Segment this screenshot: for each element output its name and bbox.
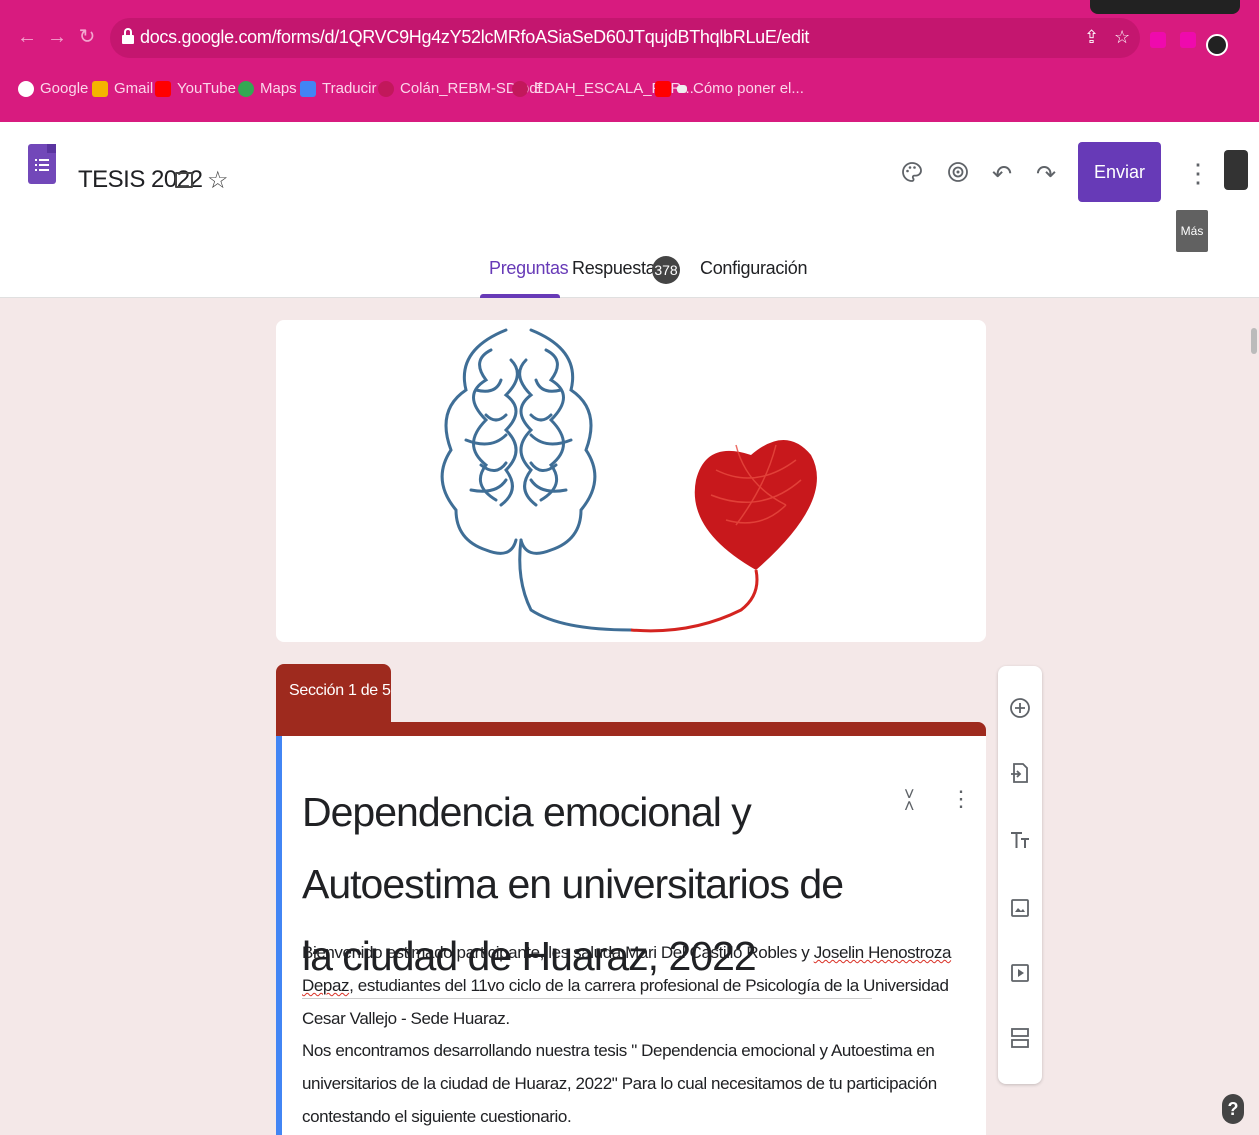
- lock-icon: [122, 28, 134, 44]
- browser-toolbar: ← → ↻ docs.google.com/forms/d/1QRVC9Hg4z…: [0, 0, 1259, 122]
- back-icon[interactable]: ←: [16, 26, 38, 48]
- add-question-icon[interactable]: [1008, 696, 1032, 720]
- send-button[interactable]: Enviar: [1078, 142, 1161, 202]
- add-video-icon[interactable]: [1008, 961, 1032, 985]
- bookmark-como-poner[interactable]: Cómo poner el...: [655, 80, 804, 97]
- more-vert-icon[interactable]: ⋮: [950, 786, 972, 812]
- folder-icon: [677, 84, 687, 93]
- undo-icon[interactable]: ↶: [992, 160, 1012, 189]
- maps-icon: [238, 80, 254, 97]
- google-forms-logo-icon[interactable]: [28, 144, 56, 184]
- form-title-card[interactable]: Dependencia emocional y Autoestima en un…: [276, 736, 986, 1135]
- browser-profile-avatar[interactable]: [1206, 34, 1228, 56]
- forward-icon[interactable]: →: [46, 26, 68, 48]
- url-text: docs.google.com/forms/d/1QRVC9Hg4zY52lcM…: [140, 27, 810, 47]
- form-description-paragraph-1[interactable]: Bienvenido estimado participante, les sa…: [302, 936, 972, 1035]
- window-titlebar: [1090, 0, 1240, 14]
- tab-questions[interactable]: Preguntas: [489, 258, 569, 279]
- youtube-icon: [655, 80, 671, 97]
- extension-icon[interactable]: [1150, 32, 1166, 48]
- redo-icon[interactable]: ↷: [1036, 160, 1056, 189]
- description-text: , estudiantes del 11vo ciclo de la carre…: [302, 976, 949, 1028]
- preview-eye-icon[interactable]: [946, 160, 970, 184]
- bookmark-label: Traducir: [322, 80, 377, 97]
- bookmark-google[interactable]: Google: [18, 80, 88, 97]
- avatar[interactable]: [1224, 150, 1248, 190]
- reload-icon[interactable]: ↻: [76, 26, 98, 48]
- folder-icon[interactable]: [175, 172, 193, 188]
- palette-icon[interactable]: [900, 160, 924, 184]
- globe-icon: [378, 80, 394, 97]
- address-bar[interactable]: docs.google.com/forms/d/1QRVC9Hg4zY52lcM…: [110, 18, 1140, 58]
- address-row: ← → ↻ docs.google.com/forms/d/1QRVC9Hg4z…: [0, 14, 1259, 64]
- bookmark-label: Cómo poner el...: [693, 80, 804, 97]
- bookmarks-bar: Google Gmail YouTube Maps Traducir Colán…: [0, 74, 1259, 108]
- bookmark-maps[interactable]: Maps: [238, 80, 297, 97]
- forms-header: TESIS 2022 ☆ ↶ ↷ Enviar ⋮ Más Preguntas …: [0, 122, 1259, 298]
- help-icon[interactable]: ?: [1222, 1094, 1244, 1124]
- share-icon[interactable]: ⇪: [1084, 27, 1099, 48]
- responses-count-badge: 378: [652, 256, 680, 284]
- bookmark-youtube[interactable]: YouTube: [155, 80, 236, 97]
- extensions-puzzle-icon[interactable]: [1180, 32, 1196, 48]
- more-tooltip: Más: [1176, 210, 1208, 252]
- globe-icon: [512, 80, 528, 97]
- bookmark-label: Maps: [260, 80, 297, 97]
- translate-icon: [300, 80, 316, 97]
- bookmark-label: YouTube: [177, 80, 236, 97]
- bookmark-label: Google: [40, 80, 89, 97]
- tab-settings[interactable]: Configuración: [700, 258, 807, 279]
- description-text: Bienvenido estimado participante, les sa…: [302, 943, 814, 962]
- add-image-icon[interactable]: [1008, 896, 1032, 920]
- tab-responses[interactable]: Respuestas: [572, 258, 664, 279]
- section-label: Sección 1 de 5: [276, 664, 391, 724]
- import-questions-icon[interactable]: [1008, 761, 1032, 785]
- brain-heart-image: [440, 328, 817, 633]
- star-icon[interactable]: ☆: [207, 166, 229, 195]
- bookmark-traducir[interactable]: Traducir: [300, 80, 376, 97]
- bookmark-label: Gmail: [114, 80, 154, 97]
- form-editor-area: Sección 1 de 5 Dependencia emocional y A…: [0, 298, 1259, 1135]
- add-title-icon[interactable]: [1008, 828, 1032, 852]
- bookmark-gmail[interactable]: Gmail: [92, 80, 153, 97]
- google-icon: [18, 80, 34, 97]
- form-description-paragraph-2[interactable]: Nos encontramos desarrollando nuestra te…: [302, 1034, 972, 1133]
- youtube-icon: [155, 80, 171, 97]
- more-vert-icon[interactable]: ⋮: [1185, 158, 1211, 189]
- header-image-card[interactable]: [276, 320, 986, 642]
- form-tabs: Preguntas Respuestas 378 Configuración: [0, 252, 1259, 298]
- bookmark-star-icon[interactable]: ☆: [1114, 27, 1130, 48]
- add-section-icon[interactable]: [1008, 1026, 1032, 1050]
- scrollbar[interactable]: [1251, 328, 1257, 354]
- floating-toolbar: [998, 666, 1042, 1084]
- collapse-icon[interactable]: ˅ ˄: [904, 785, 915, 815]
- gmail-icon: [92, 80, 108, 97]
